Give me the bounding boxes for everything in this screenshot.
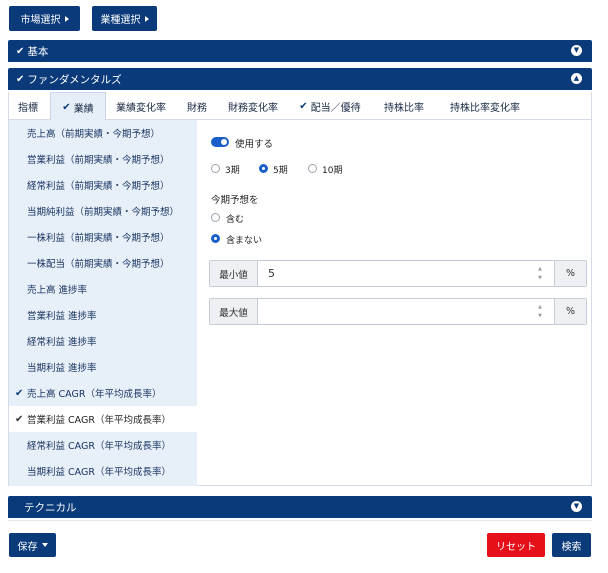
save-button[interactable]: 保存 [9, 533, 56, 557]
tab-financial[interactable]: 財務 [177, 92, 217, 120]
forecast-option-label: 含む [226, 215, 245, 225]
list-item[interactable]: 当期利益 進捗率 [9, 354, 197, 380]
list-item[interactable]: 当期純利益（前期実績・今期予想） [9, 198, 197, 224]
tab-performance-change[interactable]: 業績変化率 [109, 92, 173, 120]
section-fundamentals-label: ファンダメンタルズ [27, 73, 122, 86]
section-basic-label: 基本 [27, 45, 49, 58]
industry-select-button[interactable]: 業種選択 [92, 6, 157, 31]
caret-right-icon [144, 15, 149, 22]
check-icon: ✔ [16, 73, 25, 85]
tab-indicators[interactable]: 指標 [9, 92, 47, 120]
list-item-label: 経常利益（前期実績・今期予想） [27, 181, 170, 192]
list-item[interactable]: 一株利益（前期実績・今期予想） [9, 224, 197, 250]
list-item[interactable]: ✔ 売上高 CAGR（年平均成長率） [9, 380, 197, 406]
forecast-option-label: 含まない [226, 236, 263, 246]
search-button[interactable]: 検索 [552, 533, 591, 557]
list-item-label: 経常利益 CAGR（年平均成長率） [27, 441, 171, 452]
check-icon: ✔ [15, 413, 24, 425]
list-item-label: 売上高 CAGR（年平均成長率） [27, 389, 162, 400]
check-icon: ✔ [299, 100, 308, 112]
section-fundamentals-header[interactable]: ✔ ファンダメンタルズ ▲ [8, 68, 592, 90]
list-item-label: 一株利益（前期実績・今期予想） [27, 233, 170, 244]
list-item[interactable]: 営業利益 進捗率 [9, 302, 197, 328]
tab-label: 財務変化率 [228, 102, 278, 114]
tab-performance[interactable]: ✔ 業績 [50, 92, 106, 121]
tab-financial-change[interactable]: 財務変化率 [221, 92, 285, 120]
list-item-label: 営業利益 CAGR（年平均成長率） [27, 415, 171, 426]
period-option-label: 10期 [322, 166, 343, 176]
min-value-field: 最小値 5 ▲ ▼ % [209, 260, 587, 287]
list-item-label: 経常利益 進捗率 [27, 337, 97, 348]
section-basic-header[interactable]: ✔ 基本 ▼ [8, 40, 592, 62]
forecast-heading: 今期予想を [211, 195, 259, 206]
check-icon: ✔ [15, 387, 24, 399]
period-radio-5[interactable] [259, 164, 268, 173]
forecast-radio-exclude[interactable] [211, 234, 220, 243]
metric-settings-form: 使用する 3期 5期 10期 今期予想を 含む 含まない 最小値 5 ▲ ▼ % … [209, 120, 589, 486]
tab-label: 配当／優待 [310, 102, 361, 114]
forecast-radio-include[interactable] [211, 213, 220, 222]
section-technical-header[interactable]: テクニカル ▼ [8, 496, 592, 518]
min-value-label: 最小値 [210, 261, 258, 286]
number-stepper-icon[interactable]: ▲ ▼ [536, 305, 544, 319]
list-item-label: 営業利益 進捗率 [27, 311, 97, 322]
list-item-label: 売上高（前期実績・今期予想） [27, 129, 161, 140]
tab-label: 業績変化率 [116, 102, 166, 114]
caret-right-icon [64, 15, 69, 22]
save-label: 保存 [17, 541, 38, 553]
tab-label: 業績 [73, 103, 94, 115]
check-icon: ✔ [62, 101, 71, 113]
period-radio-3[interactable] [211, 164, 220, 173]
max-value-label: 最大値 [210, 299, 258, 324]
list-item-label: 当期利益 CAGR（年平均成長率） [27, 467, 171, 478]
list-item-label: 売上高 進捗率 [27, 285, 88, 296]
tab-shareholding-change[interactable]: 持株比率変化率 [439, 92, 531, 120]
tab-label: 指標 [18, 102, 38, 114]
fundamentals-tabs: 指標 ✔ 業績 業績変化率 財務 財務変化率 ✔ 配当／優待 持株比率 持株比率… [9, 92, 591, 121]
list-item[interactable]: 経常利益（前期実績・今期予想） [9, 172, 197, 198]
footer-divider [8, 520, 592, 521]
tab-label: 持株比率変化率 [450, 102, 520, 114]
use-label: 使用する [235, 139, 274, 150]
list-item[interactable]: 経常利益 CAGR（年平均成長率） [9, 432, 197, 458]
market-select-label: 市場選択 [20, 15, 61, 26]
list-item[interactable]: 経常利益 進捗率 [9, 328, 197, 354]
caret-down-icon [41, 543, 48, 547]
list-item-active[interactable]: ✔ 営業利益 CAGR（年平均成長率） [9, 406, 197, 432]
period-radio-10[interactable] [308, 164, 317, 173]
list-item-label: 営業利益（前期実績・今期予想） [27, 155, 170, 166]
section-technical-label: テクニカル [24, 501, 77, 514]
max-value-field: 最大値 ▲ ▼ % [209, 298, 587, 325]
list-item[interactable]: 営業利益（前期実績・今期予想） [9, 146, 197, 172]
max-value-unit: % [554, 299, 586, 324]
list-item[interactable]: 売上高 進捗率 [9, 276, 197, 302]
industry-select-label: 業種選択 [100, 15, 141, 26]
chevron-down-icon[interactable]: ▼ [571, 501, 582, 512]
tab-label: 財務 [187, 102, 207, 114]
number-stepper-icon[interactable]: ▲ ▼ [536, 267, 544, 281]
list-item[interactable]: 当期利益 CAGR（年平均成長率） [9, 458, 197, 484]
fundamentals-panel: 指標 ✔ 業績 業績変化率 財務 財務変化率 ✔ 配当／優待 持株比率 持株比率… [8, 92, 592, 486]
list-item[interactable]: 売上高（前期実績・今期予想） [9, 120, 197, 146]
tab-dividend[interactable]: ✔ 配当／優待 [290, 92, 370, 120]
metric-list: 売上高（前期実績・今期予想） 営業利益（前期実績・今期予想） 経常利益（前期実績… [9, 120, 197, 486]
chevron-up-icon[interactable]: ▲ [571, 73, 582, 84]
period-option-label: 5期 [273, 166, 288, 176]
check-icon: ✔ [16, 45, 25, 57]
list-item-label: 当期利益 進捗率 [27, 363, 97, 374]
list-item[interactable]: 一株配当（前期実績・今期予想） [9, 250, 197, 276]
list-item-label: 一株配当（前期実績・今期予想） [27, 259, 170, 270]
chevron-down-icon[interactable]: ▼ [571, 45, 582, 56]
use-toggle[interactable] [211, 137, 229, 147]
market-select-button[interactable]: 市場選択 [9, 6, 80, 31]
period-option-label: 3期 [225, 166, 240, 176]
min-value-input[interactable]: 5 [268, 261, 275, 286]
tab-label: 持株比率 [384, 102, 424, 114]
min-value-unit: % [554, 261, 586, 286]
reset-button[interactable]: リセット [487, 533, 545, 557]
tab-shareholding[interactable]: 持株比率 [374, 92, 434, 120]
list-item-label: 当期純利益（前期実績・今期予想） [27, 207, 180, 218]
